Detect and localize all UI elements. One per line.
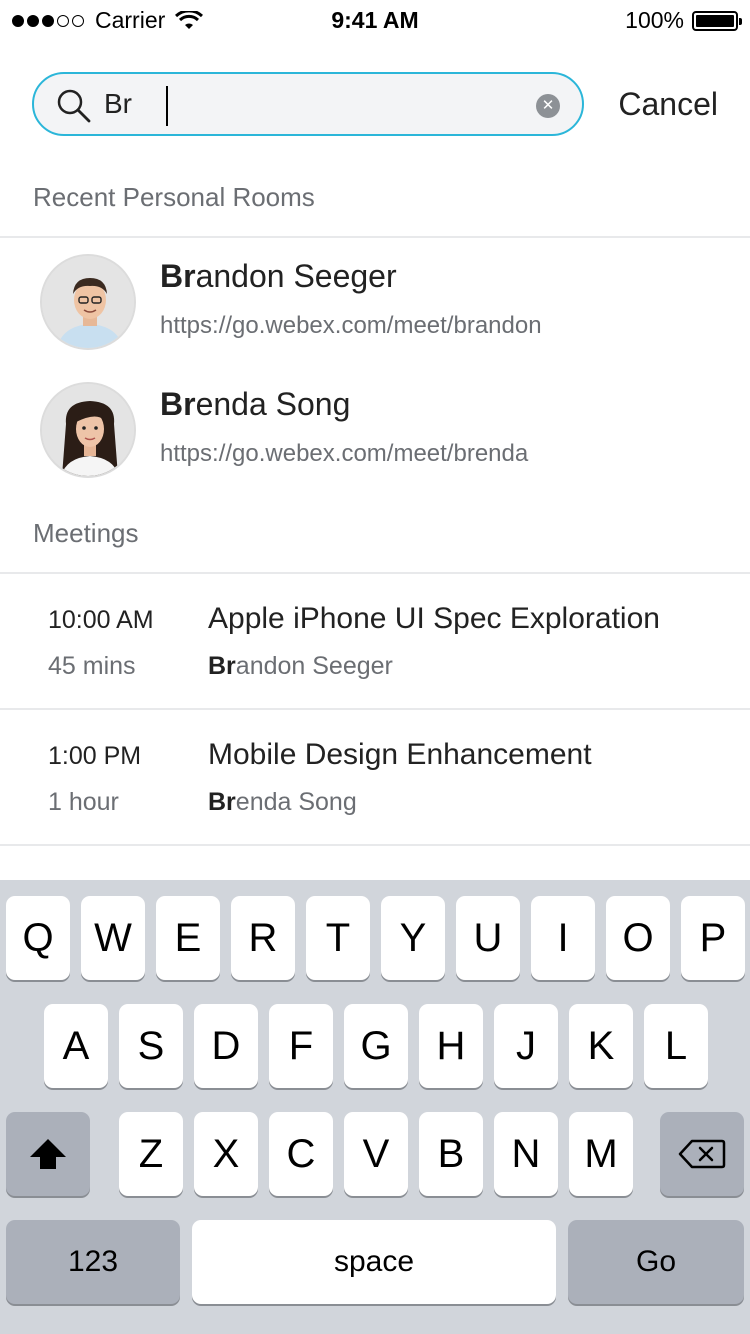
search-row: ✕ Cancel	[32, 72, 718, 136]
recent-rooms-header: Recent Personal Rooms	[33, 182, 315, 212]
room-name: Brandon Seeger	[160, 258, 397, 294]
room-url: https://go.webex.com/meet/brandon	[160, 312, 542, 339]
meeting-title: Apple iPhone UI Spec Exploration	[208, 602, 660, 635]
meeting-item[interactable]: 10:00 AM 45 mins Apple iPhone UI Spec Ex…	[0, 574, 750, 710]
meeting-time: 10:00 AM	[48, 606, 154, 634]
meeting-title: Mobile Design Enhancement	[208, 738, 592, 771]
room-url: https://go.webex.com/meet/brenda	[160, 440, 529, 467]
battery-icon	[692, 10, 742, 31]
room-item-brenda[interactable]: Brenda Song https://go.webex.com/meet/br…	[0, 366, 750, 494]
key-r[interactable]: R	[231, 896, 295, 980]
room-item-brandon[interactable]: Brandon Seeger https://go.webex.com/meet…	[0, 238, 750, 366]
cancel-button[interactable]: Cancel	[618, 86, 718, 123]
shift-icon	[30, 1139, 66, 1169]
meeting-duration: 45 mins	[48, 652, 136, 680]
room-name: Brenda Song	[160, 386, 351, 422]
key-g[interactable]: G	[344, 1004, 408, 1088]
key-o[interactable]: O	[606, 896, 670, 980]
space-key[interactable]: space	[192, 1220, 556, 1304]
status-bar: Carrier 9:41 AM 100%	[0, 0, 750, 40]
meeting-duration: 1 hour	[48, 788, 119, 816]
battery-percent: 100%	[625, 7, 684, 33]
key-e[interactable]: E	[156, 896, 220, 980]
avatar	[40, 254, 136, 350]
delete-key[interactable]	[660, 1112, 744, 1196]
key-u[interactable]: U	[456, 896, 520, 980]
key-t[interactable]: T	[306, 896, 370, 980]
meeting-item[interactable]: 1:00 PM 1 hour Mobile Design Enhancement…	[0, 710, 750, 846]
text-caret	[166, 86, 168, 126]
key-n[interactable]: N	[494, 1112, 558, 1196]
key-z[interactable]: Z	[119, 1112, 183, 1196]
backspace-icon	[678, 1139, 726, 1169]
avatar	[40, 382, 136, 478]
meeting-time: 1:00 PM	[48, 742, 142, 770]
clear-icon[interactable]: ✕	[536, 94, 560, 118]
key-l[interactable]: L	[644, 1004, 708, 1088]
status-right: 100%	[625, 7, 742, 34]
screen: Carrier 9:41 AM 100% ✕ Cancel Recent Per…	[0, 0, 750, 1334]
go-key[interactable]: Go	[568, 1220, 744, 1304]
key-c[interactable]: C	[269, 1112, 333, 1196]
numbers-key[interactable]: 123	[6, 1220, 180, 1304]
key-h[interactable]: H	[419, 1004, 483, 1088]
divider	[0, 844, 750, 846]
key-p[interactable]: P	[681, 896, 745, 980]
key-v[interactable]: V	[344, 1112, 408, 1196]
key-w[interactable]: W	[81, 896, 145, 980]
shift-key[interactable]	[6, 1112, 90, 1196]
search-icon	[57, 89, 91, 123]
key-k[interactable]: K	[569, 1004, 633, 1088]
key-m[interactable]: M	[569, 1112, 633, 1196]
search-box[interactable]: ✕	[32, 72, 584, 136]
meeting-host: Brenda Song	[208, 788, 357, 816]
keyboard: Q W E R T Y U I O P A S D F G H J K L Z …	[0, 880, 750, 1334]
key-y[interactable]: Y	[381, 896, 445, 980]
key-j[interactable]: J	[494, 1004, 558, 1088]
key-s[interactable]: S	[119, 1004, 183, 1088]
key-f[interactable]: F	[269, 1004, 333, 1088]
key-b[interactable]: B	[419, 1112, 483, 1196]
key-x[interactable]: X	[194, 1112, 258, 1196]
meeting-host: Brandon Seeger	[208, 652, 393, 680]
key-d[interactable]: D	[194, 1004, 258, 1088]
key-i[interactable]: I	[531, 896, 595, 980]
meetings-header: Meetings	[33, 518, 139, 548]
key-a[interactable]: A	[44, 1004, 108, 1088]
key-q[interactable]: Q	[6, 896, 70, 980]
